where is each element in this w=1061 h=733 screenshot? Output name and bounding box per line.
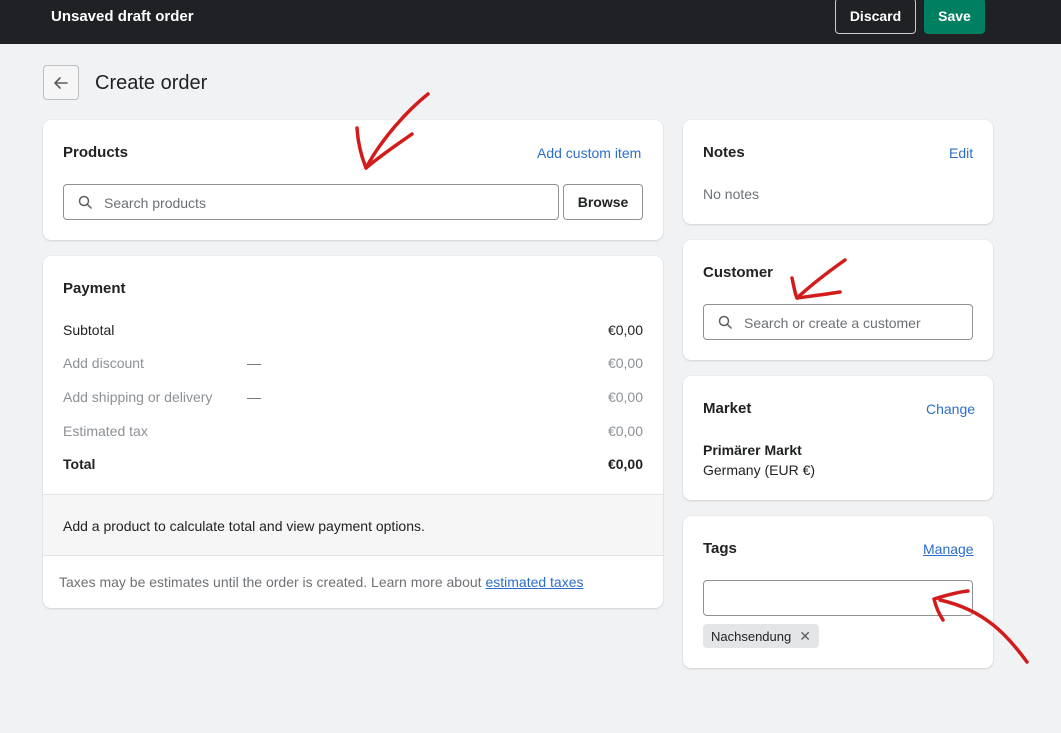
subtotal-label: Subtotal <box>63 322 115 338</box>
market-name: Primärer Markt <box>703 442 802 458</box>
estimated-tax-label: Estimated tax <box>63 423 148 439</box>
tags-manage-link[interactable]: Manage <box>923 541 974 557</box>
tag-chip-label: Nachsendung <box>711 628 792 644</box>
notes-card <box>683 120 993 224</box>
products-title: Products <box>63 144 129 161</box>
search-icon <box>718 315 732 329</box>
discount-value: €0,00 <box>607 355 643 371</box>
product-search-input[interactable]: Search products <box>63 184 559 220</box>
total-label: Total <box>63 456 96 472</box>
market-card <box>683 376 993 500</box>
back-button[interactable] <box>43 65 79 100</box>
add-shipping-link[interactable]: Add shipping or delivery <box>63 389 212 405</box>
no-notes-text: No notes <box>703 186 760 202</box>
close-icon[interactable]: ✕ <box>799 628 811 645</box>
tax-note-text: Taxes may be estimates until the order i… <box>59 574 482 590</box>
add-custom-item-link[interactable]: Add custom item <box>537 145 641 161</box>
total-value: €0,00 <box>607 456 643 472</box>
subtotal-value: €0,00 <box>607 322 643 338</box>
shipping-value: €0,00 <box>607 389 643 405</box>
market-title: Market <box>703 400 752 417</box>
browse-button[interactable]: Browse <box>563 184 643 220</box>
total-row: Total €0,00 <box>63 456 643 476</box>
customer-card <box>683 240 993 360</box>
shipping-row: Add shipping or delivery — €0,00 <box>63 389 643 409</box>
customer-search-placeholder: Search or create a customer <box>744 315 921 331</box>
save-button[interactable]: Save <box>924 0 985 34</box>
notes-edit-link[interactable]: Edit <box>949 145 973 161</box>
shipping-dash: — <box>247 389 261 405</box>
products-card <box>43 120 663 240</box>
market-change-link[interactable]: Change <box>926 401 975 417</box>
product-search-placeholder: Search products <box>104 195 206 211</box>
arrow-left-icon <box>54 76 68 89</box>
payment-footer-text: Add a product to calculate total and vie… <box>63 518 425 534</box>
discount-dash: — <box>247 355 261 371</box>
subtotal-row: Subtotal €0,00 <box>63 322 643 342</box>
tax-note: Taxes may be estimates until the order i… <box>59 574 584 590</box>
tag-chip: Nachsendung ✕ <box>703 624 819 648</box>
payment-footer: Add a product to calculate total and vie… <box>43 494 663 556</box>
estimated-tax-value: €0,00 <box>607 423 643 439</box>
tags-input[interactable] <box>703 580 973 616</box>
draft-title: Unsaved draft order <box>51 8 194 25</box>
page-title: Create order <box>95 72 208 94</box>
customer-search-input[interactable]: Search or create a customer <box>703 304 973 340</box>
customer-title: Customer <box>703 264 774 281</box>
market-region: Germany (EUR €) <box>703 462 816 478</box>
estimated-taxes-link[interactable]: estimated taxes <box>485 574 583 590</box>
discard-button[interactable]: Discard <box>835 0 916 34</box>
discount-row: Add discount — €0,00 <box>63 355 643 375</box>
search-icon <box>78 195 92 209</box>
tax-row: Estimated tax €0,00 <box>63 423 643 443</box>
tags-title: Tags <box>703 540 737 557</box>
notes-title: Notes <box>703 144 745 161</box>
add-discount-link[interactable]: Add discount <box>63 355 144 371</box>
top-bar: Unsaved draft order Discard Save <box>0 0 1061 44</box>
payment-title: Payment <box>63 280 126 297</box>
